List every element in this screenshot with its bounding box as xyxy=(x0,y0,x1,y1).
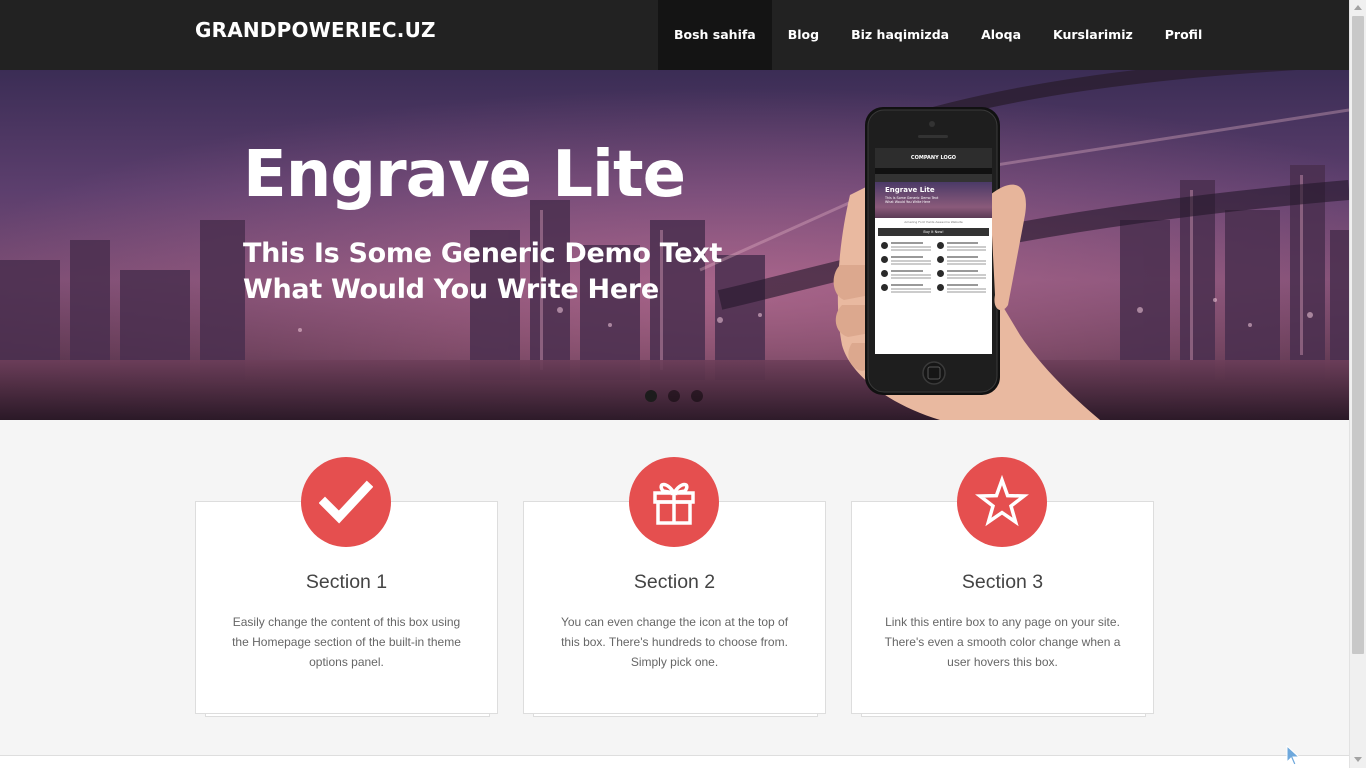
nav-biz-haqimizda[interactable]: Biz haqimizda xyxy=(835,0,965,70)
nav-kurslarimiz[interactable]: Kurslarimiz xyxy=(1037,0,1149,70)
gift-icon xyxy=(629,457,719,547)
scroll-down-icon[interactable] xyxy=(1354,757,1362,762)
scrollbar-thumb[interactable] xyxy=(1352,16,1364,654)
top-navbar: GRANDPOWERIEC.UZ Bosh sahifa Blog Biz ha… xyxy=(0,0,1349,70)
section-title: Section 1 xyxy=(305,571,388,593)
hero-subtitle: This Is Some Generic Demo Text What Woul… xyxy=(243,236,803,308)
slider-dot-3[interactable] xyxy=(691,390,703,402)
phone-screen-feature-grid xyxy=(875,238,992,298)
section-text: You can even change the icon at the top … xyxy=(560,615,789,669)
phone-screen-banner-text: This Is Some Generic Demo Text What Woul… xyxy=(885,196,939,204)
section-title: Section 2 xyxy=(633,571,716,593)
phone-screen-banner: Engrave Lite This Is Some Generic Demo T… xyxy=(875,182,992,218)
section-text: Link this entire box to any page on your… xyxy=(884,615,1121,669)
hand-holding-phone-image: COMPANY LOGO Engrave Lite This Is Some G… xyxy=(830,105,1110,420)
star-icon xyxy=(957,457,1047,547)
hero-slider: Engrave Lite This Is Some Generic Demo T… xyxy=(0,70,1349,420)
phone-screen-logo: COMPANY LOGO xyxy=(875,148,992,168)
page-scrollbar[interactable] xyxy=(1349,0,1366,768)
phone-screen-preview: COMPANY LOGO Engrave Lite This Is Some G… xyxy=(875,148,992,354)
slider-pagination xyxy=(645,390,703,402)
phone-screen-button: Buy It Now! xyxy=(878,228,989,236)
phone-screen-tagline: Amazing Font Yields Awesome Website xyxy=(904,220,963,224)
hero-subtitle-line-1: This Is Some Generic Demo Text xyxy=(243,238,722,269)
section-text: Easily change the content of this box us… xyxy=(232,615,461,669)
nav-bosh-sahifa[interactable]: Bosh sahifa xyxy=(658,0,772,70)
mouse-cursor-icon xyxy=(1286,745,1301,766)
main-nav: Bosh sahifa Blog Biz haqimizda Aloqa Kur… xyxy=(658,0,1218,70)
section-title: Section 3 xyxy=(961,571,1044,593)
footer-edge xyxy=(0,755,1349,768)
checkmark-icon xyxy=(301,457,391,547)
nav-profil[interactable]: Profil xyxy=(1149,0,1218,70)
slider-dot-2[interactable] xyxy=(668,390,680,402)
nav-aloqa[interactable]: Aloqa xyxy=(965,0,1037,70)
slider-dot-1[interactable] xyxy=(645,390,657,402)
scroll-up-icon[interactable] xyxy=(1354,5,1362,10)
hero-subtitle-line-2: What Would You Write Here xyxy=(243,274,659,305)
hero-title: Engrave Lite xyxy=(243,138,686,212)
nav-blog[interactable]: Blog xyxy=(772,0,835,70)
phone-screen-banner-title: Engrave Lite xyxy=(885,186,935,194)
site-logo[interactable]: GRANDPOWERIEC.UZ xyxy=(195,18,436,42)
